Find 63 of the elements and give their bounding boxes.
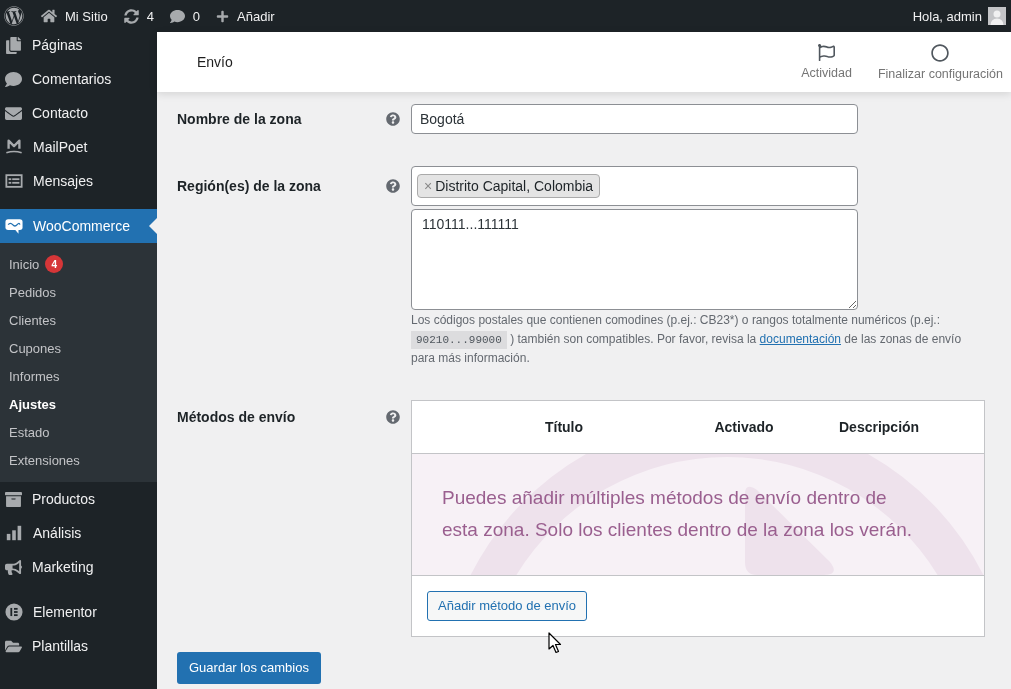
help-icon[interactable]: [386, 179, 400, 193]
avatar-icon: [988, 7, 1006, 25]
speech-bubble-icon: [5, 70, 22, 88]
column-header: Título: [544, 418, 584, 435]
zigzag-logo-icon: [5, 138, 23, 156]
submenu-item[interactable]: Estado: [0, 418, 157, 446]
column-header: Activado: [714, 418, 774, 435]
page-title: Envío: [197, 54, 233, 70]
sidebar-menu-item[interactable]: Contacto: [0, 96, 157, 130]
submenu-item[interactable]: Ajustes: [0, 390, 157, 418]
sidebar-menu-item[interactable]: MailPoet: [0, 130, 157, 164]
postcodes-help-text: Los códigos postales que contienen comodines (p.ej.: CB23*) o rangos totalmente numéricos (p.ej.: 90210...99000 ) también son compatibles. Por favor, revisa la documentación de las zonas de envío para más información.: [411, 312, 963, 367]
account-link[interactable]: Hola, admin: [904, 0, 1011, 32]
speech-bubble-icon: [5, 217, 23, 235]
zone-regions-label: Región(es) de la zona: [177, 177, 322, 196]
submenu-item[interactable]: Inicio 4: [0, 250, 157, 278]
sidebar-menu-item[interactable]: Análisis: [0, 516, 157, 550]
updates-link[interactable]: 4: [115, 0, 162, 32]
submenu-item[interactable]: Cupones: [0, 334, 157, 362]
help-icon[interactable]: [386, 409, 400, 424]
bar-chart-icon: [5, 524, 23, 542]
new-content-link[interactable]: Añadir: [208, 0, 283, 32]
flag-icon: [818, 44, 836, 61]
header-action-button[interactable]: Actividad: [801, 44, 852, 80]
chip-label: Distrito Capital, Colombia: [435, 178, 594, 194]
help-icon[interactable]: [386, 112, 400, 126]
refresh-icon: [123, 8, 139, 24]
circle-logo-icon: [5, 603, 23, 621]
documentation-link[interactable]: documentación: [759, 331, 841, 346]
save-button[interactable]: Guardar los cambios: [177, 651, 321, 684]
postcodes-field[interactable]: 110111...111111: [411, 209, 858, 310]
sidebar-menu-item[interactable]: Páginas: [0, 32, 157, 62]
sidebar-menu-item[interactable]: Elementor: [0, 595, 157, 629]
count-badge: 4: [45, 255, 64, 273]
submenu-item[interactable]: Pedidos: [0, 278, 157, 306]
home-icon: [41, 8, 57, 24]
speech-bubble-icon: [169, 8, 185, 24]
site-name-link[interactable]: Mi Sitio: [33, 0, 116, 32]
sidebar-menu-item[interactable]: Plantillas: [0, 629, 157, 663]
submenu-item[interactable]: Clientes: [0, 306, 157, 334]
zone-name-field[interactable]: Bogotá: [411, 104, 858, 134]
plus-icon: [216, 9, 230, 23]
megaphone-icon: [5, 558, 22, 576]
sidebar-menu-item[interactable]: Marketing: [0, 550, 157, 584]
sidebar-menu-item[interactable]: WooCommerce: [0, 209, 157, 243]
documents-icon: [5, 36, 22, 54]
submenu-item[interactable]: Informes: [0, 362, 157, 390]
form-icon: [5, 172, 23, 190]
shipping-methods-label: Métodos de envío: [177, 407, 297, 427]
comments-link[interactable]: 0: [161, 0, 209, 32]
add-method-button[interactable]: Añadir método de envío: [427, 590, 588, 621]
sidebar-menu-item[interactable]: Comentarios: [0, 62, 157, 96]
region-select-field[interactable]: × Distrito Capital, Colombia: [411, 166, 858, 206]
sidebar-menu-item[interactable]: Mensajes: [0, 164, 157, 198]
logo-icon[interactable]: [4, 6, 24, 26]
archive-box-icon: [5, 490, 22, 508]
submenu-item[interactable]: Extensiones: [0, 446, 157, 474]
empty-state-message: Puedes añadir múltiples métodos de envío dentro de esta zona. Solo los clientes dentro de la zona los verán.: [442, 486, 913, 542]
sidebar-menu-item[interactable]: Productos: [0, 482, 157, 516]
header-action-button[interactable]: Finalizar configuración: [877, 43, 1003, 81]
zone-name-label: Nombre de la zona: [177, 110, 303, 129]
envelope-icon: [5, 104, 22, 122]
column-header: Descripción: [839, 418, 920, 435]
